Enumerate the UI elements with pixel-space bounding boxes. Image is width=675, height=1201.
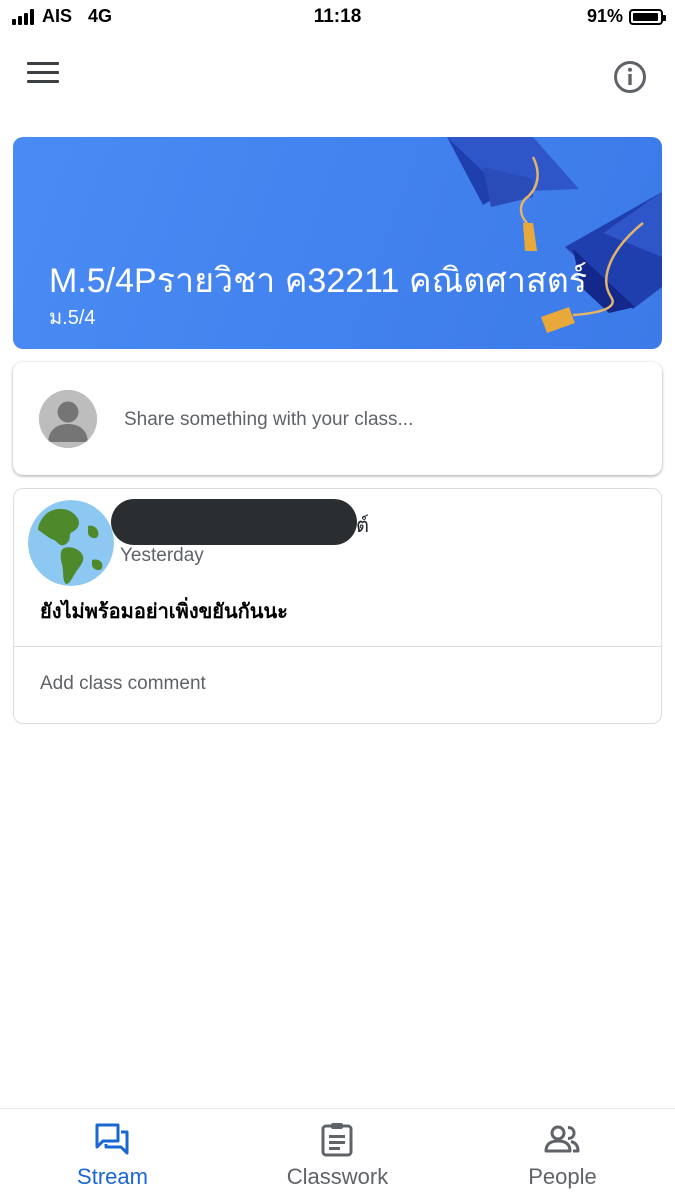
share-post-box[interactable]: Share something with your class...	[13, 362, 662, 475]
battery-icon	[629, 8, 666, 25]
class-banner[interactable]: M.5/4Pรายวิชา ค32211 คณิตศาสตร์ ม.5/4	[13, 137, 662, 349]
graduation-caps-illustration	[447, 137, 662, 333]
post-body: ยังไม่พร้อมอย่าเพิ่งขยันกันนะ	[40, 601, 288, 623]
class-section: ม.5/4	[49, 307, 96, 329]
post-timestamp: Yesterday	[120, 545, 204, 566]
info-icon[interactable]	[613, 60, 647, 94]
tab-classwork[interactable]: Classwork	[225, 1109, 450, 1201]
author-avatar	[28, 500, 114, 586]
status-right: 91%	[586, 6, 666, 27]
class-title: M.5/4Pรายวิชา ค32211 คณิตศาสตร์	[49, 262, 588, 300]
battery-percent: 91%	[586, 6, 623, 26]
share-placeholder: Share something with your class...	[124, 409, 414, 430]
tab-stream-label: Stream	[77, 1164, 148, 1189]
user-avatar	[39, 390, 97, 448]
divider	[14, 646, 661, 647]
globe-icon	[28, 500, 114, 586]
bottom-navigation: Stream Classwork People	[0, 1108, 675, 1200]
menu-icon[interactable]	[27, 62, 65, 94]
status-time: 11:18	[313, 6, 362, 27]
redacted-author-name	[111, 499, 357, 545]
classwork-icon	[321, 1123, 353, 1157]
status-bar: AIS 4G 11:18 91%	[0, 0, 675, 34]
tab-people[interactable]: People	[450, 1109, 675, 1201]
add-class-comment[interactable]: Add class comment	[40, 673, 206, 695]
announcement-card[interactable]: ต์ Yesterday ยังไม่พร้อมอย่าเพิ่งขยันกัน…	[13, 488, 662, 724]
tab-classwork-label: Classwork	[286, 1164, 389, 1189]
tab-stream[interactable]: Stream	[0, 1109, 225, 1201]
people-icon	[544, 1125, 580, 1153]
tab-people-label: People	[528, 1164, 597, 1189]
stream-icon	[95, 1123, 129, 1155]
